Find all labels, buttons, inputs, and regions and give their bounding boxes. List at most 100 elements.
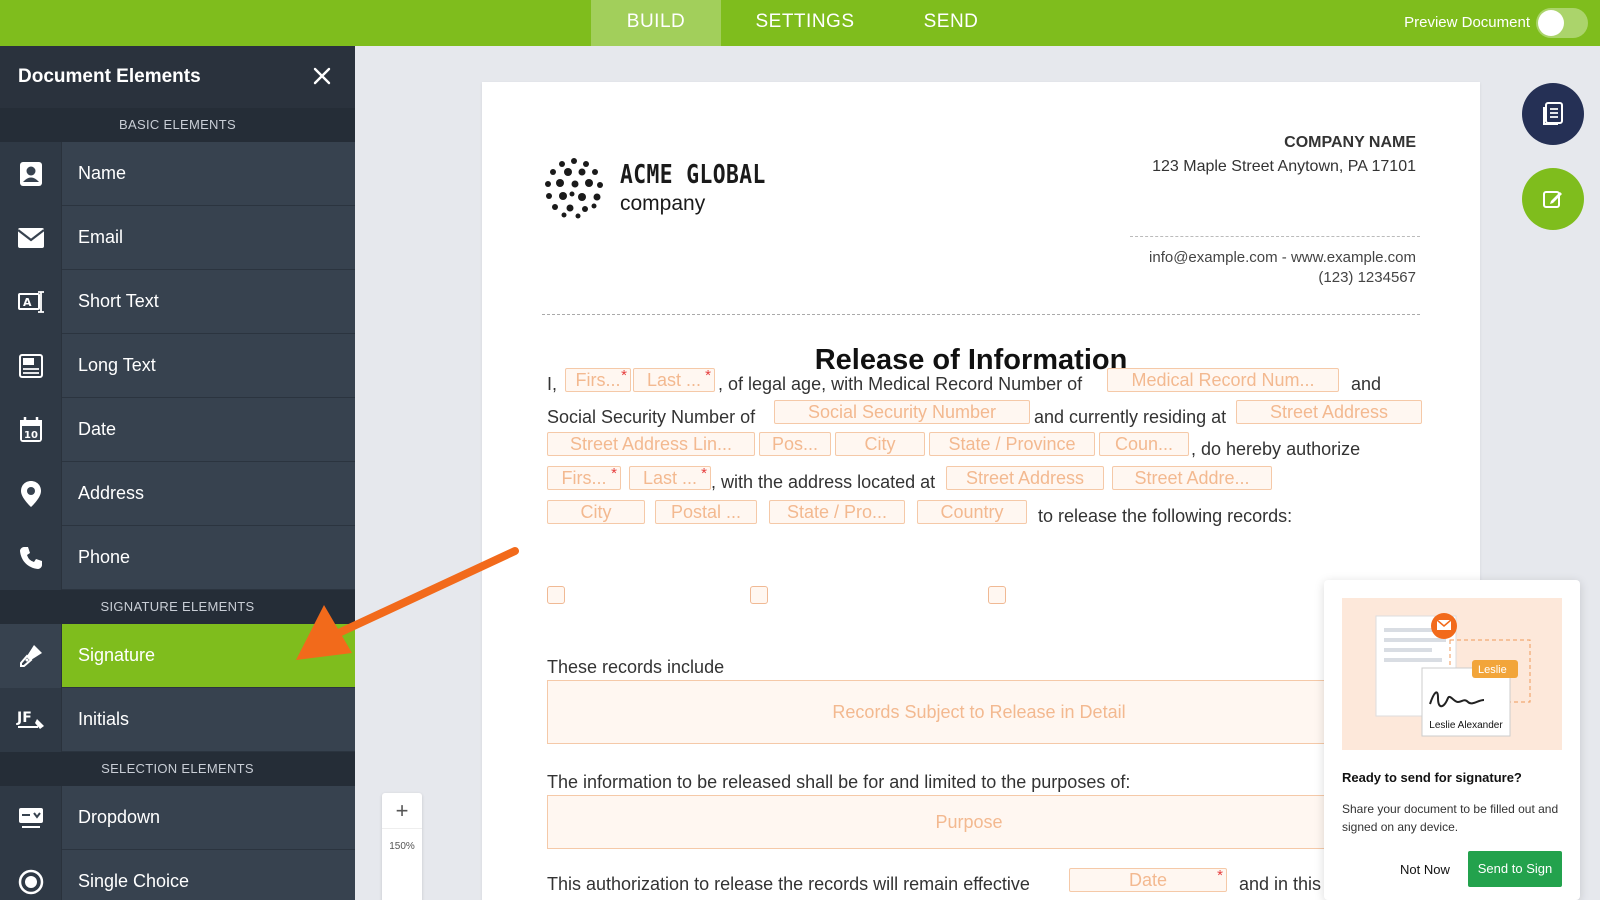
first-name-field-2[interactable]: Firs... * [547,466,621,490]
edit-document-button[interactable] [1522,168,1584,230]
document-list-icon [1543,102,1563,125]
initials-icon: JF [0,687,62,752]
postal-code-field-2[interactable]: Postal ... [655,500,757,524]
field-placeholder: Last ... [646,370,702,390]
document-divider [542,314,1420,315]
radio-button-icon [0,849,62,900]
country-field-2[interactable]: Country [917,500,1027,524]
phone-icon [0,525,62,590]
edit-icon [1543,191,1562,208]
field-placeholder: Firs... [575,370,621,390]
sidebar-item-date[interactable]: 10 Date [0,397,355,462]
logo-company-name: ACME GLOBAL [620,160,766,190]
sidebar-item-label: Email [78,227,124,247]
field-placeholder: Date [1128,870,1168,890]
state-province-field-2[interactable]: State / Pro... [769,500,905,524]
tab-send[interactable]: SEND [886,0,1016,46]
header-divider [1130,236,1420,237]
static-text: I, [547,374,558,394]
static-text: This authorization to release the record… [547,874,1030,894]
sidebar-item-short-text[interactable]: A Short Text [0,269,355,334]
panel-title: Document Elements [18,66,201,87]
required-mark: * [611,466,617,482]
company-address[interactable]: 123 Maple Street Anytown, PA 17101 [1152,158,1416,176]
map-pin-icon [0,461,62,526]
sidebar-item-label: Long Text [78,355,156,375]
company-name[interactable]: COMPANY NAME [1152,134,1416,152]
static-text: , with the address located at [711,472,936,492]
social-security-number-field[interactable]: Social Security Number [774,400,1030,424]
static-text: Social Security Number of [547,407,756,427]
sidebar-item-label: Short Text [78,291,159,311]
static-text: These records include [547,657,725,677]
sidebar-item-long-text[interactable]: Long Text [0,333,355,398]
sidebar-item-label: Address [78,483,145,503]
required-mark: * [1217,868,1223,884]
company-email-website[interactable]: info@example.com - www.example.com [1149,248,1416,268]
city-field-2[interactable]: City [547,500,645,524]
last-name-field[interactable]: Last ... * [633,368,715,392]
sidebar-item-address[interactable]: Address [0,461,355,526]
zoom-in-button[interactable]: + [382,793,422,829]
globe-logo-icon [545,158,603,219]
static-text: to release the following records: [1038,506,1293,526]
country-field[interactable]: Coun... [1099,432,1189,456]
top-bar: BUILD SETTINGS SEND Preview Document [0,0,1600,46]
sidebar-item-email[interactable]: Email [0,205,355,270]
sidebar-item-label: Single Choice [78,871,190,891]
street-address-field-2[interactable]: Street Address [946,466,1104,490]
svg-text:A: A [23,296,32,309]
calendar-icon-number: 10 [24,430,38,441]
zoom-level: 150% [389,841,415,852]
sidebar-item-initials[interactable]: JF Initials [0,687,355,752]
street-address-line2-field-2[interactable]: Street Addre... [1112,466,1272,490]
records-detail-field[interactable]: Records Subject to Release in Detail [547,680,1411,744]
tab-build[interactable]: BUILD [591,0,721,46]
contact-card-icon [0,141,62,206]
record-checkbox-3[interactable] [988,586,1006,604]
field-placeholder: Last ... [642,468,698,488]
pointer-arrow-icon [296,547,519,660]
preview-document-toggle[interactable] [1536,8,1588,38]
sidebar-item-dropdown[interactable]: Dropdown [0,785,355,850]
sidebar-item-label: Signature [78,645,156,665]
static-text: , do hereby authorize [1191,439,1361,459]
sidebar-item-single-choice[interactable]: Single Choice [0,849,355,900]
required-mark: * [621,368,627,384]
record-checkbox-1[interactable] [547,586,565,604]
svg-text:JF: JF [16,710,32,726]
purpose-field[interactable]: Purpose [547,795,1391,849]
tab-settings[interactable]: SETTINGS [740,0,870,46]
calendar-icon: 10 [0,397,62,462]
state-province-field[interactable]: State / Province [929,432,1095,456]
street-address-line2-field[interactable]: Street Address Lin... [547,432,755,456]
document-pages-button[interactable] [1522,83,1584,145]
close-icon[interactable] [307,60,337,92]
sidebar-item-label: Phone [78,547,131,567]
company-phone[interactable]: (123) 1234567 [1149,268,1416,288]
static-text: The information to be released shall be … [547,772,1131,792]
sidebar-item-label: Name [78,163,127,183]
popup-body: Share your document to be filled out and… [1342,802,1559,834]
dropdown-icon [0,785,62,850]
postal-code-field[interactable]: Pos... [759,432,831,456]
pen-nib-icon [0,623,62,688]
street-address-field[interactable]: Street Address [1236,400,1422,424]
static-text: and [1351,374,1382,394]
record-checkbox-2[interactable] [750,586,768,604]
date-field[interactable]: Date * [1069,868,1227,892]
last-name-field-2[interactable]: Last ... * [629,466,711,490]
first-name-field[interactable]: Firs... * [565,368,631,392]
sidebar-item-name[interactable]: Name [0,141,355,206]
document-elements-panel: Document Elements BASIC ELEMENTS Name Em… [0,46,355,900]
not-now-button[interactable]: Not Now [1400,862,1450,877]
illustration-signer-name: Leslie Alexander [1429,720,1503,731]
medical-record-number-field[interactable]: Medical Record Num... [1107,368,1339,392]
required-mark: * [705,368,711,384]
send-to-sign-button[interactable]: Send to Sign [1468,851,1562,887]
static-text: and in this [1239,874,1322,894]
preview-document-label: Preview Document [1404,14,1530,31]
sidebar-item-label: Initials [78,709,130,729]
section-basic-elements: BASIC ELEMENTS [0,108,355,142]
city-field[interactable]: City [835,432,925,456]
